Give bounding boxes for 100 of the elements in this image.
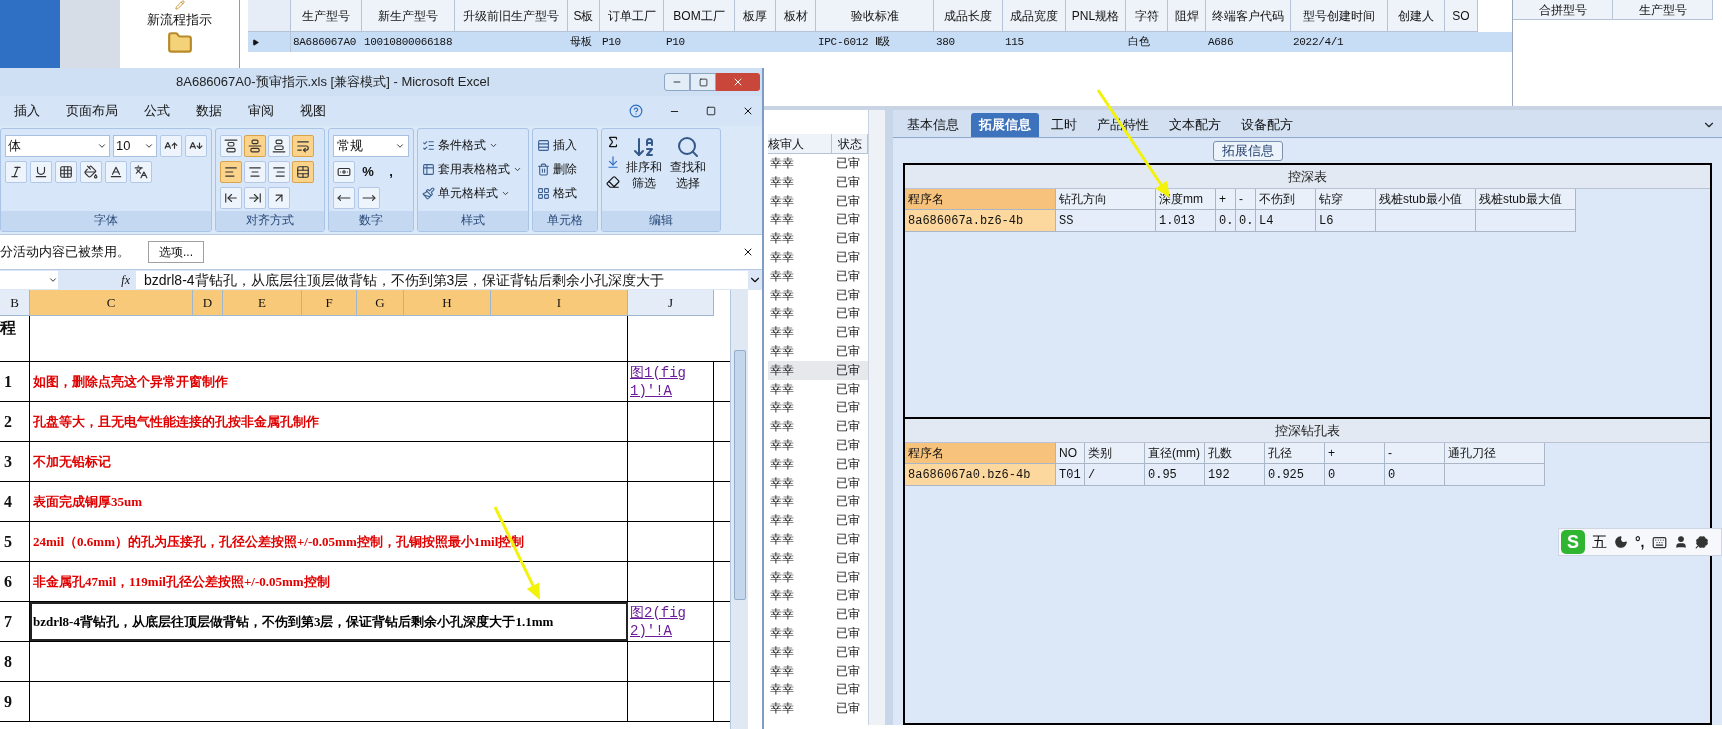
menu-tab[interactable]: 视图 <box>300 101 326 121</box>
column-header: SO <box>1445 0 1478 32</box>
eraser-icon[interactable] <box>606 175 620 189</box>
status-text: 已审 <box>835 624 861 642</box>
reviewer-name: 幸幸 <box>769 286 795 304</box>
menu-tab[interactable]: 公式 <box>144 101 170 121</box>
help-icon[interactable] <box>629 104 643 118</box>
fill-down-icon[interactable] <box>606 155 620 169</box>
cells-button[interactable]: 删除 <box>537 159 593 179</box>
font-name-field[interactable]: 体 <box>5 135 110 157</box>
minimize-button[interactable] <box>664 73 690 91</box>
tab[interactable]: 基本信息 <box>899 113 967 137</box>
tab[interactable]: 文本配方 <box>1161 113 1229 137</box>
reviewer-name: 幸幸 <box>769 399 795 417</box>
column-header: PNL规格 <box>1066 0 1126 32</box>
ribbon-button[interactable] <box>292 161 314 183</box>
desktop-background <box>0 0 60 68</box>
restore-icon[interactable] <box>706 106 716 116</box>
table-cell-text: 10010800066188 <box>363 34 454 50</box>
ribbon-button[interactable] <box>185 135 207 157</box>
ribbon-button[interactable] <box>160 135 182 157</box>
group-title: 拓展信息 <box>1212 141 1283 161</box>
ribbon-button[interactable] <box>292 135 314 157</box>
ribbon-button[interactable] <box>220 161 242 183</box>
ribbon-button[interactable] <box>268 135 290 157</box>
folder-icon[interactable] <box>166 29 193 56</box>
underline-icon <box>34 165 48 179</box>
table-cell[interactable]: 如图，删除点亮这个异常开窗制作 <box>30 362 628 401</box>
close-icon[interactable] <box>742 246 754 258</box>
table-cell[interactable]: 表面完成铜厚35um <box>30 482 628 521</box>
ribbon-button[interactable] <box>268 161 290 183</box>
ribbon-button[interactable] <box>244 161 266 183</box>
column-header: 板材 <box>776 0 816 32</box>
ribbon-button[interactable] <box>244 135 266 157</box>
maximize-button[interactable] <box>690 73 716 91</box>
ribbon-button[interactable] <box>80 161 102 183</box>
editing-button[interactable]: 排序和 筛选 <box>624 135 664 191</box>
menu-tab[interactable]: 插入 <box>14 101 40 121</box>
function-label[interactable]: fx <box>58 271 136 289</box>
table-cell: 0 <box>1325 464 1385 486</box>
number-style-button[interactable]: % <box>358 161 378 183</box>
style-button[interactable]: 条件格式 <box>422 135 524 155</box>
table-cell[interactable]: 孔盘等大，且无电气性能连接的孔按非金属孔制作 <box>30 402 628 441</box>
cells-button[interactable]: 插入 <box>537 135 593 155</box>
status-text: 已审 <box>835 324 861 342</box>
ribbon-button[interactable] <box>333 161 355 183</box>
ribbon-button[interactable] <box>30 161 52 183</box>
table-cell: 8a686067a0.bz6-4b <box>905 464 1056 486</box>
style-button[interactable]: 单元格样式 <box>422 183 524 203</box>
table-cell: 程 <box>0 316 30 361</box>
table-cell[interactable]: 不加无铅标记 <box>30 442 628 481</box>
scrollbar[interactable] <box>868 110 885 725</box>
close-icon <box>732 76 744 88</box>
hyperlink[interactable]: 图2(fig2)'!A <box>630 603 706 640</box>
user-icon[interactable] <box>1673 535 1688 549</box>
editing-button[interactable]: 查找和 选择 <box>668 135 708 191</box>
style-button[interactable]: 套用表格格式 <box>422 159 524 179</box>
number-style-button[interactable]: , <box>381 161 401 183</box>
sum-icon[interactable] <box>606 135 620 149</box>
menu-tab[interactable]: 页面布局 <box>66 101 118 121</box>
tab[interactable]: 工时 <box>1043 113 1085 137</box>
column-header: 生产型号 <box>291 0 362 32</box>
reviewer-name: 幸幸 <box>769 380 795 398</box>
ribbon-button[interactable] <box>244 187 266 209</box>
scrollbar[interactable] <box>730 290 748 729</box>
input-mode[interactable]: 五 <box>1592 530 1607 554</box>
keyboard-icon[interactable] <box>1651 534 1667 550</box>
reviewer-name: 幸幸 <box>769 305 795 323</box>
clover-icon[interactable] <box>1694 535 1709 549</box>
ribbon-button[interactable] <box>105 161 127 183</box>
reviewer-name: 幸幸 <box>769 455 795 473</box>
table-row[interactable]: 8A686067A0 10010800066188 母板 P10 P10 IPC-6012 Ⅱ级 380 115 白色 A686 2022/4/1 <box>248 32 1512 52</box>
ribbon-button[interactable] <box>55 161 77 183</box>
column-header: 钻孔方向 <box>1056 189 1156 210</box>
table-cell[interactable]: bzdrl8-4背钻孔，从底层往顶层做背钻，不伤到第3层，保证背钻后剩余小孔深度大于1.1mm <box>30 602 628 641</box>
shortcut-label[interactable]: 新流程指示 <box>147 10 212 30</box>
ribbon-button[interactable] <box>268 187 290 209</box>
cells-button[interactable]: 格式 <box>537 183 593 203</box>
close-icon[interactable] <box>742 105 754 117</box>
column-header: - <box>1236 189 1256 210</box>
ribbon-button[interactable] <box>220 187 242 209</box>
tab[interactable]: 拓展信息 <box>971 113 1039 137</box>
options-button[interactable]: 选项... <box>148 241 204 263</box>
hyperlink[interactable]: 图1(fig1)'!A <box>630 363 706 400</box>
table-cell: SS <box>1056 210 1156 232</box>
ribbon-button[interactable] <box>5 161 27 183</box>
caret-icon <box>144 141 154 151</box>
tab[interactable]: 设备配方 <box>1233 113 1301 137</box>
status-text: 已审 <box>835 267 861 285</box>
column-header: 核审人 <box>768 134 832 154</box>
font-size-field[interactable]: 10 <box>112 135 157 157</box>
punctuation-mode[interactable]: °, <box>1635 531 1645 553</box>
menu-tab[interactable]: 数据 <box>196 101 222 121</box>
moon-icon[interactable] <box>1614 535 1628 549</box>
ribbon-button[interactable] <box>130 161 152 183</box>
menu-tab[interactable]: 审阅 <box>248 101 274 121</box>
ribbon-button[interactable] <box>220 135 242 157</box>
formula-field[interactable]: bzdrl8-4背钻孔，从底层往顶层做背钻，不伤到第3层，保证背钻后剩余小孔深度大于 <box>136 271 748 289</box>
number-format-field[interactable]: 常规 <box>333 135 409 157</box>
status-text: 已审 <box>835 230 861 248</box>
